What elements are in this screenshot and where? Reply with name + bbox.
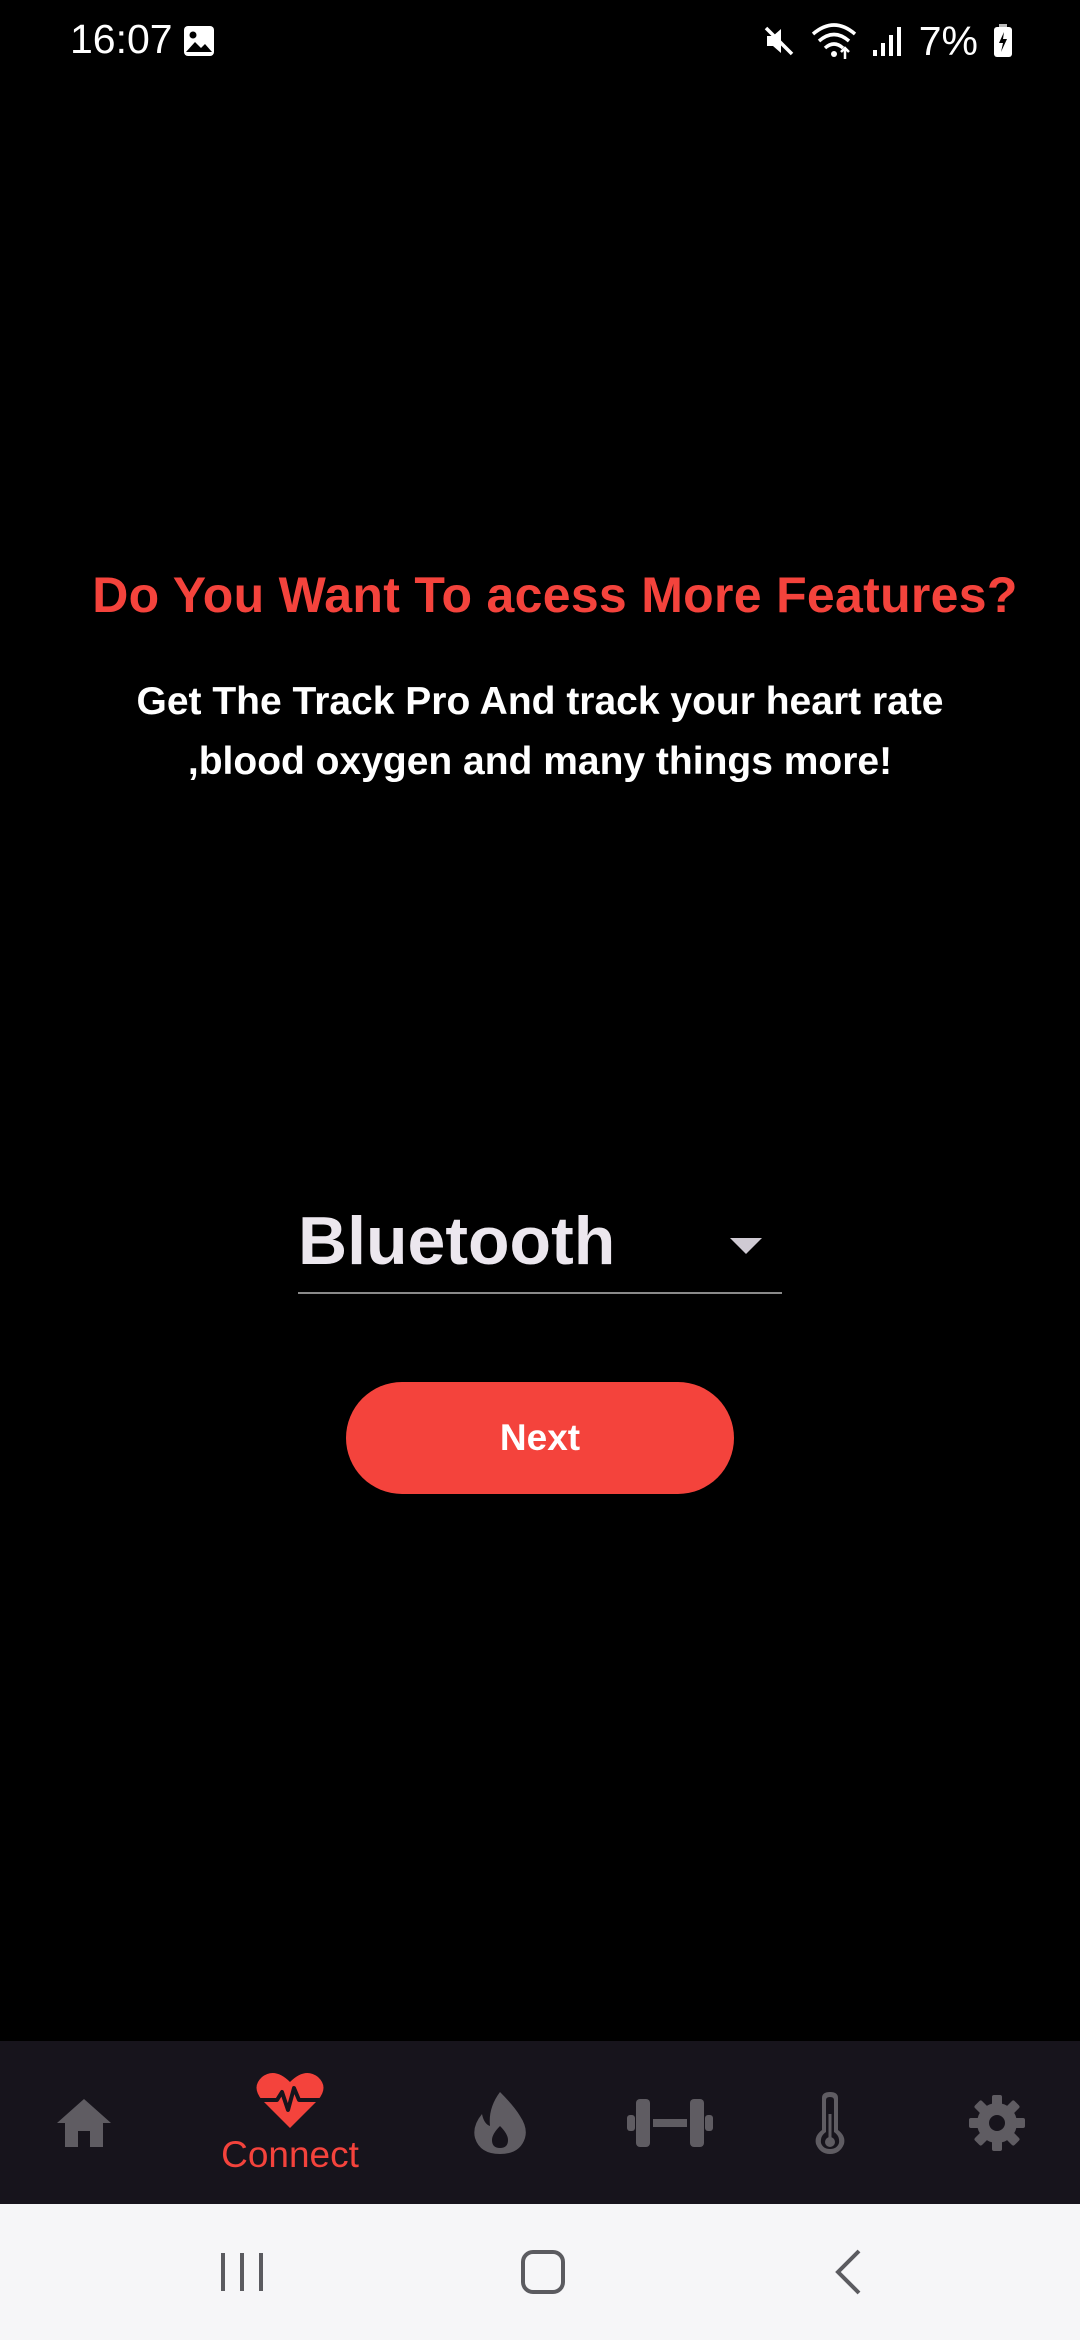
nav-item-calories[interactable] xyxy=(450,2041,550,2204)
nav-item-workout[interactable] xyxy=(620,2041,720,2204)
home-button[interactable] xyxy=(463,2204,623,2340)
back-icon xyxy=(835,2249,861,2295)
page-title: Do You Want To acess More Features? xyxy=(92,567,1018,623)
page-subtitle: Get The Track Pro And track your heart r… xyxy=(136,680,944,783)
system-nav-bar xyxy=(0,2204,1080,2340)
wifi-icon xyxy=(811,23,856,59)
home-square-icon xyxy=(521,2250,565,2294)
thermometer-icon xyxy=(815,2091,845,2154)
status-bar: 16:07 7% xyxy=(0,0,1080,82)
recent-apps-icon xyxy=(221,2253,263,2291)
status-time: 16:07 xyxy=(70,16,173,62)
dumbbell-icon xyxy=(627,2098,713,2147)
dropdown-selected-value: Bluetooth xyxy=(298,1203,616,1279)
battery-icon xyxy=(994,24,1012,57)
back-button[interactable] xyxy=(768,2204,928,2340)
signal-icon xyxy=(872,27,901,56)
battery-percentage: 7% xyxy=(918,17,978,64)
status-icons: 7% xyxy=(761,16,1014,66)
home-icon xyxy=(57,2098,111,2147)
nav-item-connect[interactable]: Connect xyxy=(190,2041,390,2204)
bottom-nav: Connect xyxy=(0,2041,1080,2204)
recent-apps-button[interactable] xyxy=(162,2204,322,2340)
nav-item-settings[interactable] xyxy=(947,2041,1047,2204)
gear-icon xyxy=(969,2094,1025,2151)
flame-icon xyxy=(474,2091,526,2154)
connection-type-dropdown[interactable]: Bluetooth xyxy=(298,1198,782,1294)
nav-item-home[interactable] xyxy=(34,2041,134,2204)
nav-item-label: Connect xyxy=(221,2133,359,2175)
mute-icon xyxy=(764,26,793,56)
heart-rate-icon xyxy=(256,2072,324,2128)
next-button[interactable]: Next xyxy=(346,1382,734,1494)
dropdown-arrow-icon xyxy=(730,1238,762,1254)
gallery-icon xyxy=(184,26,214,56)
nav-item-temperature[interactable] xyxy=(780,2041,880,2204)
